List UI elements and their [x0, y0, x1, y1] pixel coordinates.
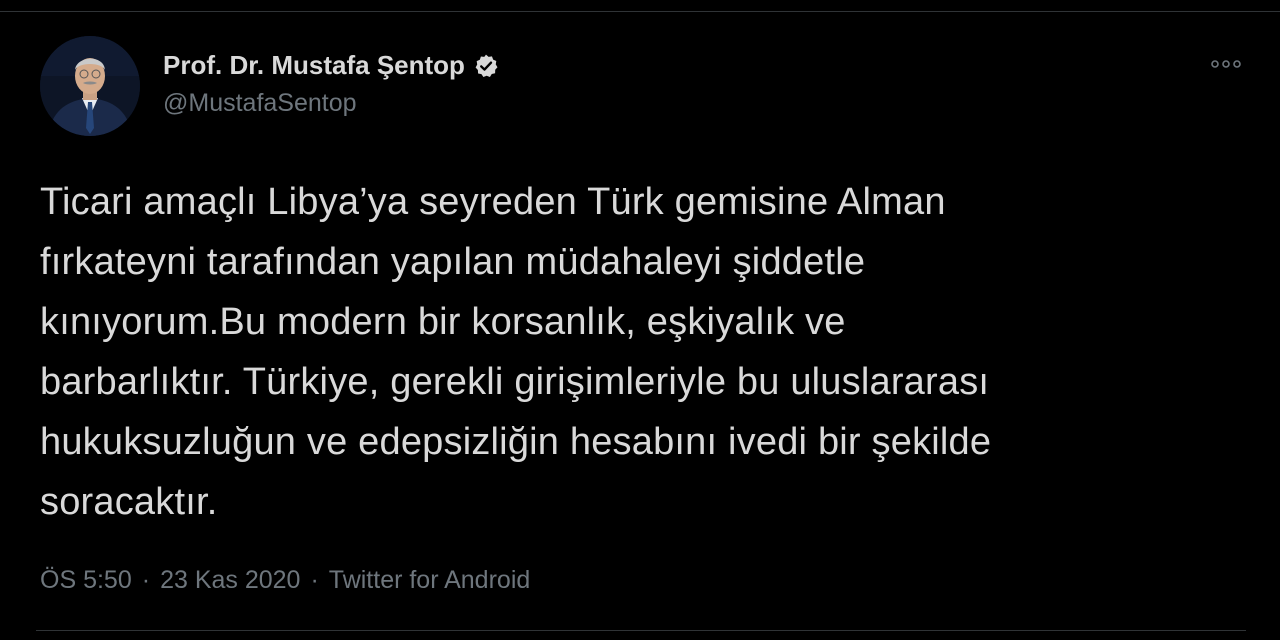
more-options-button[interactable]	[1204, 50, 1248, 78]
tweet-text-line: Ticari amaçlı Libya’ya seyreden Türk gem…	[40, 181, 946, 223]
bottom-divider	[36, 630, 1246, 631]
author-name-row[interactable]: Prof. Dr. Mustafa Şentop	[163, 50, 499, 81]
author-handle[interactable]: @MustafaSentop	[163, 89, 357, 118]
tweet-text-line: fırkateyni tarafından yapılan müdahaleyi…	[40, 241, 866, 283]
tweet-meta: ÖS 5:50 · 23 Kas 2020 · Twitter for Andr…	[40, 566, 530, 595]
profile-photo-icon	[40, 36, 140, 136]
top-divider	[0, 11, 1280, 12]
tweet-text: Ticari amaçlı Libya’ya seyreden Türk gem…	[40, 172, 1250, 532]
more-options-icon	[1211, 60, 1241, 68]
tweet-date-link[interactable]: 23 Kas 2020	[160, 566, 300, 595]
tweet-text-line: kınıyorum.Bu modern bir korsanlık, eşkiy…	[40, 301, 846, 343]
author-display-name[interactable]: Prof. Dr. Mustafa Şentop	[163, 50, 465, 81]
tweet-text-line: barbarlıktır. Türkiye, gerekli girişimle…	[40, 361, 990, 403]
author-avatar[interactable]	[40, 36, 140, 136]
meta-separator: ·	[310, 566, 319, 594]
tweet-text-line: hukuksuzluğun ve edepsizliğin hesabını i…	[40, 421, 992, 463]
verified-badge-icon	[473, 53, 499, 79]
tweet-time-link[interactable]: ÖS 5:50	[40, 566, 132, 595]
tweet-text-line: soracaktır.	[40, 481, 218, 523]
tweet-source-link[interactable]: Twitter for Android	[329, 566, 530, 595]
tweet-card: Prof. Dr. Mustafa Şentop @MustafaSentop …	[0, 0, 1280, 640]
meta-separator: ·	[141, 566, 151, 594]
